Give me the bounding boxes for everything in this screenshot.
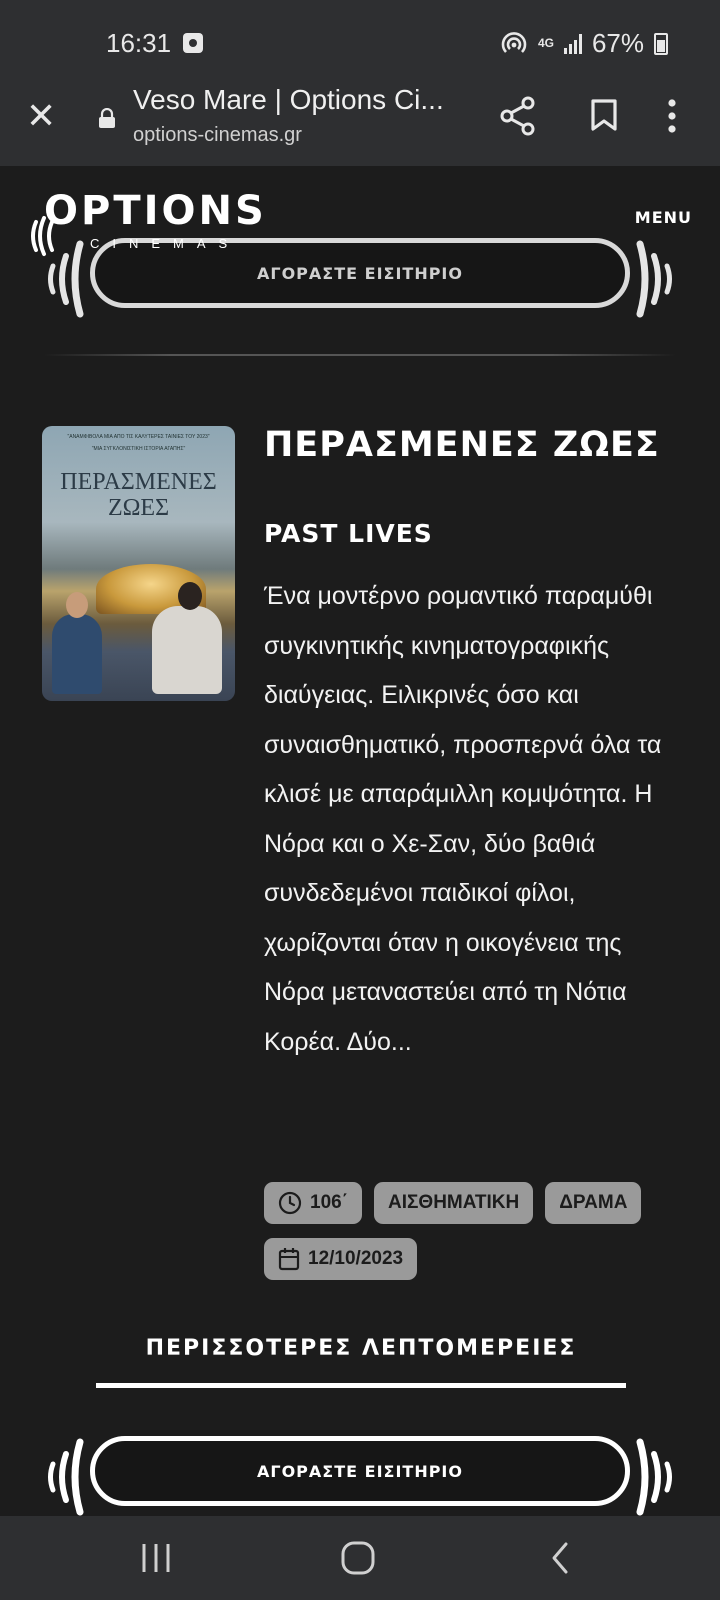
recent-apps-icon[interactable] [140,1540,172,1576]
poster-quote-2: "ΜΙΑ ΣΥΓΚΛΟΝΙΣΤΙΚΗ ΙΣΤΟΡΙΑ ΑΓΑΠΗΣ" [91,446,186,452]
sound-wave-right-icon [636,240,672,318]
share-icon[interactable] [500,96,536,136]
signal-icon [563,33,582,54]
calendar-icon [278,1248,300,1271]
menu-button[interactable]: MENU [635,208,692,227]
buy-ticket-label: ΑΓΟΡΑΣΤΕ ΕΙΣΙΤΗΡΙΟ [257,1461,463,1481]
movie-synopsis: Ένα μοντέρνο ρομαντικό παραμύθι συγκινητ… [264,582,662,1056]
poster-figure-man [52,592,102,694]
battery-percent: 67% [591,28,644,58]
poster-title-2: ΖΩΕΣ [107,495,170,521]
page-title: Veso Mare | Options Ci... [133,84,444,115]
section-divider [44,354,676,356]
status-time: 16:31 [106,28,172,58]
release-date-tag: 12/10/2023 [264,1238,418,1280]
battery-icon [654,32,668,55]
site-header: ΑΓΟΡΑΣΤΕ ΕΙΣΙΤΗΡΙΟ OPTIONS CINEMAS MENU [0,166,720,366]
poster-figure-woman [152,582,222,694]
movie-original-title: PAST LIVES [264,519,433,548]
buy-ticket-button-bottom[interactable]: ΑΓΟΡΑΣΤΕ ΕΙΣΙΤΗΡΙΟ [90,1436,630,1506]
more-details-underline [96,1383,626,1388]
movie-poster[interactable]: "ΑΝΑΜΦΙΒΟΛΑ ΜΙΑ ΑΠΟ ΤΙΣ ΚΑΛΥΤΕΡΕΣ ΤΑΙΝΙΕ… [42,426,235,701]
status-right: 4G 67% [500,28,668,59]
bookmark-icon[interactable] [590,98,618,132]
more-details-link[interactable]: ΠΕΡΙΣΣΟΤΕΡΕΣ ΛΕΠΤΟΜΕΡΕΙΕΣ [96,1336,626,1361]
buy-ticket-label: ΑΓΟΡΑΣΤΕ ΕΙΣΙΤΗΡΙΟ [257,263,463,283]
genre-tag-romance[interactable]: ΑΙΣΘΗΜΑΤΙΚΗ [374,1182,534,1224]
more-options-icon[interactable] [666,98,678,134]
page-url[interactable]: options-cinemas.gr [133,124,302,147]
genre-label: ΔΡΑΜΑ [559,1192,628,1213]
close-tab-button[interactable]: ✕ [26,96,56,136]
logo-text: OPTIONS [44,188,267,234]
hotspot-icon [501,31,527,53]
duration-tag: 106΄ [264,1182,363,1224]
genre-label: ΑΙΣΘΗΜΑΤΙΚΗ [388,1192,520,1213]
duration-value: 106΄ [310,1192,349,1213]
network-type: 4G [537,36,554,50]
status-bar: 16:31 4G 67% [0,0,720,78]
system-nav-bar [0,1516,720,1600]
poster-quote-1: "ΑΝΑΜΦΙΒΟΛΑ ΜΙΑ ΑΠΟ ΤΙΣ ΚΑΛΥΤΕΡΕΣ ΤΑΙΝΙΕ… [67,434,210,440]
genre-tag-drama[interactable]: ΔΡΑΜΑ [545,1182,642,1224]
home-icon[interactable] [340,1540,376,1576]
poster-title-1: ΠΕΡΑΣΜΕΝΕΣ [60,469,217,495]
movie-title: ΠΕΡΑΣΜΕΝΕΣ ΖΩΕΣ [264,425,660,465]
logo-subtext: CINEMAS [90,236,241,251]
movie-tags: 106΄ ΑΙΣΘΗΜΑΤΙΚΗ ΔΡΑΜΑ 12/10/2023 [264,1182,684,1280]
lock-icon [99,108,115,128]
release-date-value: 12/10/2023 [308,1248,404,1269]
clock-icon [278,1191,302,1215]
back-icon[interactable] [548,1540,572,1576]
screen-record-icon [183,33,203,53]
browser-toolbar: ✕ Veso Mare | Options Ci... options-cine… [0,78,720,166]
